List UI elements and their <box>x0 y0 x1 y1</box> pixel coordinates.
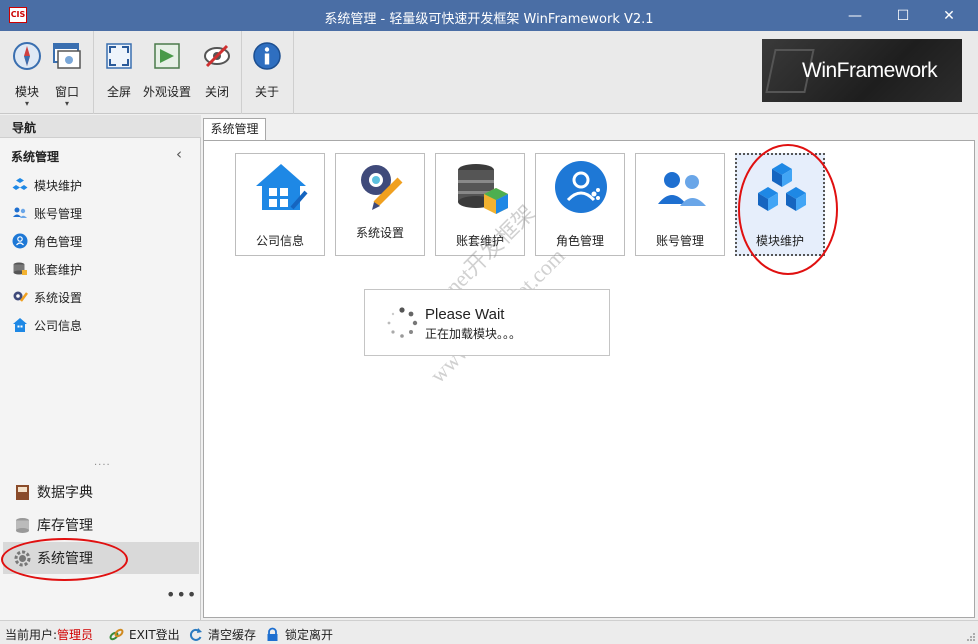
appearance-settings-button[interactable]: 外观设置 <box>142 37 192 107</box>
nav-group-title: 系统管理 <box>11 150 60 164</box>
sidebar-item-label: 模块维护 <box>34 178 83 193</box>
ribbon-group-help: 关于 <box>242 31 294 114</box>
please-wait-title: Please Wait <box>425 306 505 323</box>
loading-spinner-icon <box>387 307 418 338</box>
please-wait-subtitle: 正在加载模块。。。 <box>425 327 522 341</box>
sidebar-item-accountset-maintenance[interactable]: 账套维护 <box>12 259 192 279</box>
nav-group-label: 数据字典 <box>37 485 93 501</box>
book-icon <box>16 484 29 500</box>
sidebar-item-company-info[interactable]: 公司信息 <box>12 315 192 335</box>
chevron-left-icon[interactable]: ‹ <box>176 145 182 163</box>
sidebar-item-system-settings[interactable]: 系统设置 <box>12 287 192 307</box>
tile-role-management[interactable]: 角色管理 <box>535 153 625 256</box>
role-icon <box>555 161 607 213</box>
title-bar: CIS 系统管理 - 轻量级可快速开发框架 WinFramework V2.1 … <box>0 0 978 31</box>
tile-label: 系统设置 <box>355 226 404 240</box>
ribbon-group-view: 全屏 外观设置 关闭 <box>94 31 242 114</box>
close-view-label: 关闭 <box>204 85 229 99</box>
more-options-icon[interactable]: ••• <box>166 585 197 604</box>
clear-cache-button[interactable]: 清空缓存 <box>188 626 256 643</box>
sidebar-item-label: 公司信息 <box>34 318 83 333</box>
annotation-circle-tile <box>738 144 838 275</box>
sidebar-item-label: 账套维护 <box>34 262 83 277</box>
nav-group-label: 库存管理 <box>37 518 93 534</box>
tile-company-info[interactable]: 公司信息 <box>235 153 325 256</box>
winframework-logo: WinFramework <box>762 39 962 102</box>
current-user: 当前用户: 管理员 <box>5 626 93 643</box>
status-bar: 当前用户: 管理员 EXIT登出 清空缓存 锁定离开 <box>0 620 978 644</box>
close-button[interactable]: ✕ <box>926 0 972 31</box>
fullscreen-button[interactable]: 全屏 <box>94 37 144 107</box>
hide-eye-icon <box>204 44 230 68</box>
database-icon <box>16 517 29 533</box>
users-icon <box>658 172 706 206</box>
please-wait-dialog: Please Wait 正在加载模块。。。 <box>364 289 610 356</box>
close-view-button[interactable]: 关闭 <box>192 37 242 107</box>
chain-icon <box>109 628 124 641</box>
lock-icon <box>267 627 278 641</box>
resize-grip-icon[interactable] <box>966 632 976 642</box>
windows-icon <box>53 43 81 69</box>
gear-pencil-icon <box>13 291 28 302</box>
window-menu-label: 窗口 <box>54 85 79 99</box>
appearance-icon <box>154 43 180 69</box>
about-label: 关于 <box>254 85 279 99</box>
sidebar-item-role-management[interactable]: 角色管理 <box>12 231 192 251</box>
chevron-down-icon: ▾ <box>64 99 69 108</box>
exit-logout-label: EXIT登出 <box>129 628 180 642</box>
tile-label: 账号管理 <box>655 234 704 248</box>
tile-account-management[interactable]: 账号管理 <box>635 153 725 256</box>
current-user-name: 管理员 <box>57 628 94 642</box>
maximize-button[interactable]: ☐ <box>880 0 926 31</box>
tile-label: 公司信息 <box>255 234 304 248</box>
about-button[interactable]: 关于 <box>242 37 292 107</box>
lock-away-button[interactable]: 锁定离开 <box>265 626 333 643</box>
fullscreen-icon <box>106 43 132 69</box>
role-icon <box>12 233 28 249</box>
users-icon <box>13 207 27 218</box>
exit-logout-button[interactable]: EXIT登出 <box>109 626 180 643</box>
current-user-label: 当前用户: <box>5 628 58 642</box>
house-icon <box>256 164 308 210</box>
refresh-icon <box>189 628 202 641</box>
sidebar-item-account-management[interactable]: 账号管理 <box>12 203 192 223</box>
tile-label: 账套维护 <box>455 234 504 248</box>
nav-splitter[interactable]: ···· <box>94 460 111 471</box>
database-icon <box>13 262 27 275</box>
logo-text: WinFramework <box>802 59 938 82</box>
ribbon-toolbar: 模块 ▾ 窗口 ▾ 全屏 外观设置 关闭 关于 WinFramework <box>0 31 978 114</box>
info-icon <box>253 42 281 70</box>
nav-group-inventory[interactable]: 库存管理 <box>3 509 199 541</box>
sidebar-item-module-maintenance[interactable]: 模块维护 <box>12 175 192 195</box>
database-icon <box>458 164 508 214</box>
lock-away-label: 锁定离开 <box>285 628 334 642</box>
minimize-button[interactable]: — <box>832 0 878 31</box>
tile-system-settings[interactable]: 系统设置 <box>335 153 425 256</box>
nav-header: 导航 <box>0 115 201 138</box>
nav-group-data-dictionary[interactable]: 数据字典 <box>3 476 199 508</box>
sidebar-item-label: 账号管理 <box>34 206 83 221</box>
ribbon-group-window: 模块 ▾ 窗口 ▾ <box>0 31 94 114</box>
annotation-circle-nav <box>1 538 128 581</box>
compass-icon <box>13 42 41 70</box>
house-icon <box>13 318 27 332</box>
window-menu-button[interactable]: 窗口 ▾ <box>42 37 92 108</box>
appearance-settings-label: 外观设置 <box>142 85 191 99</box>
gear-pencil-icon <box>361 165 403 210</box>
tab-system-management[interactable]: 系统管理 <box>203 118 266 140</box>
tile-label: 角色管理 <box>555 234 604 248</box>
sidebar-item-label: 角色管理 <box>34 234 83 249</box>
cubes-icon <box>12 178 28 190</box>
tile-accountset-maintenance[interactable]: 账套维护 <box>435 153 525 256</box>
fullscreen-label: 全屏 <box>106 85 131 99</box>
clear-cache-label: 清空缓存 <box>208 628 257 642</box>
sidebar-item-label: 系统设置 <box>34 290 83 305</box>
